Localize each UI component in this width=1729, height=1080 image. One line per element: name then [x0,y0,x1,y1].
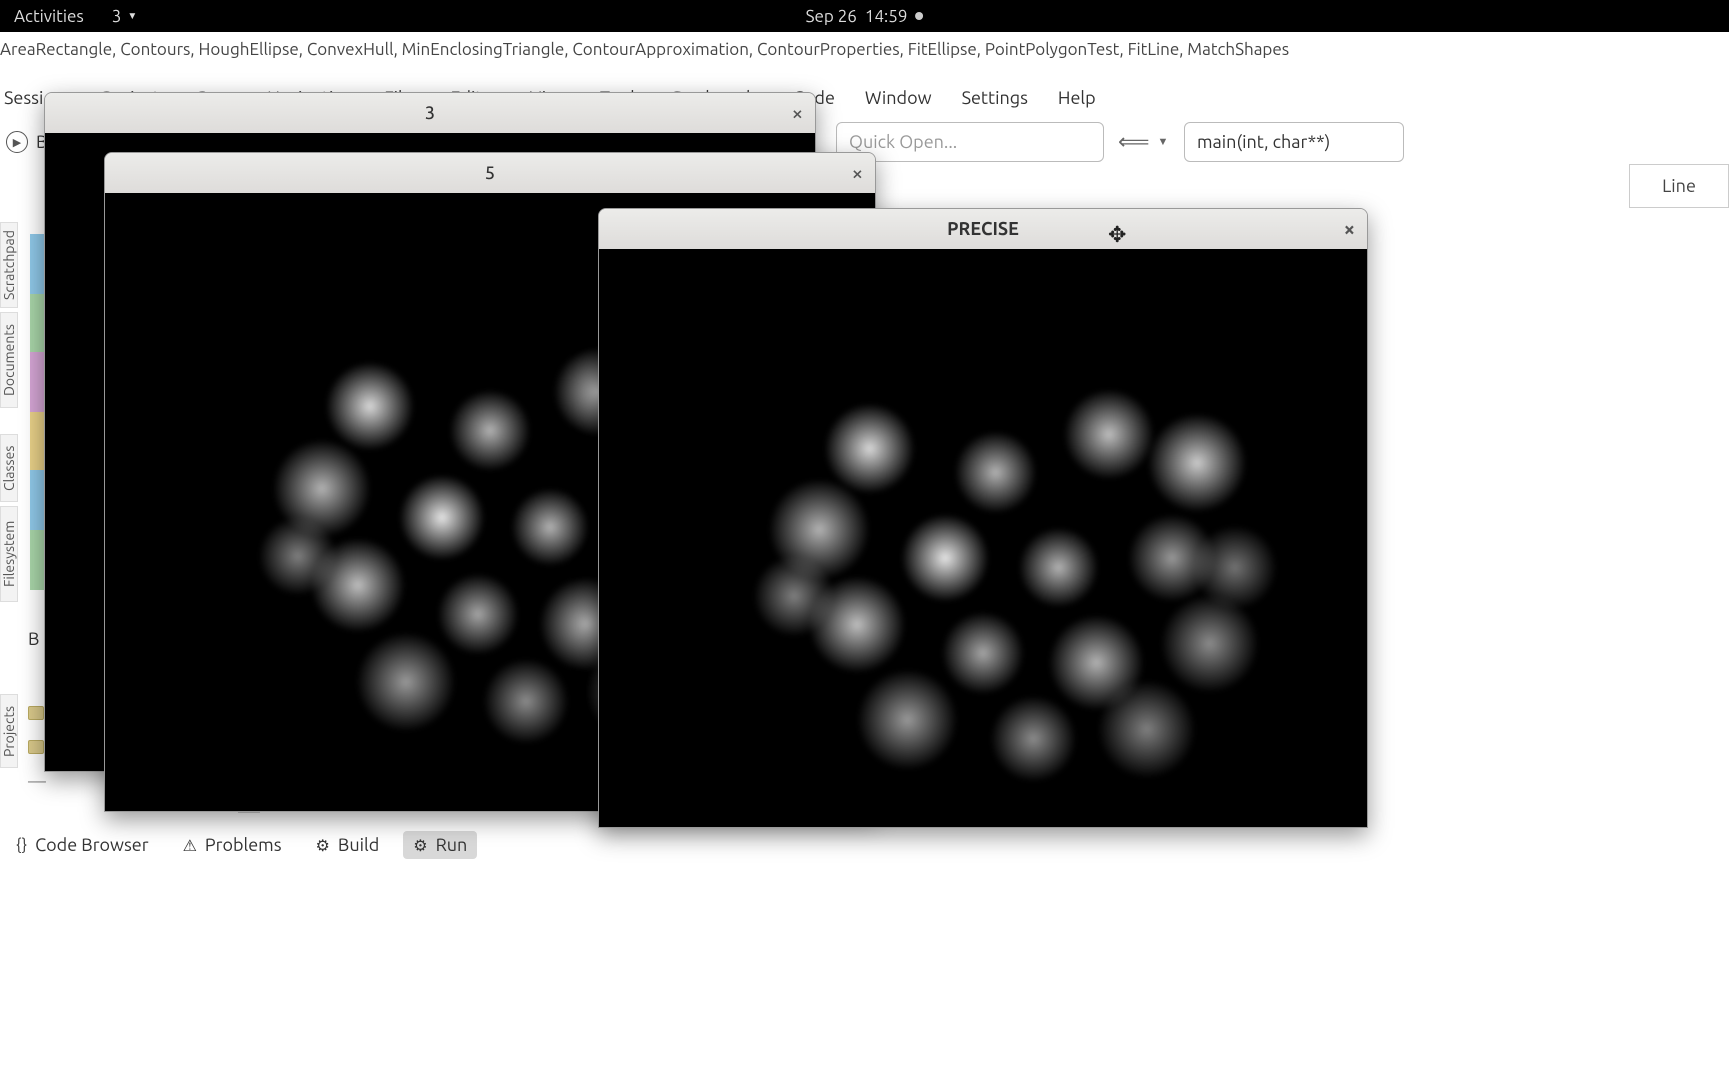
problems-button[interactable]: ⚠ Problems [173,831,292,859]
quick-open-input[interactable]: Quick Open... [836,122,1104,162]
build-button[interactable]: ⚙ Build [306,831,390,859]
history-back-group[interactable]: ⟸ ▼ [1118,129,1168,155]
clock-time: 14:59 [865,7,908,26]
folder-icon [28,740,44,754]
menu-window[interactable]: Window [865,88,932,108]
image-window-precise[interactable]: PRECISE × [598,208,1368,828]
window-title: PRECISE [947,219,1019,239]
menu-help[interactable]: Help [1058,88,1096,108]
close-icon[interactable]: × [792,101,803,124]
chevron-down-icon: ▼ [127,10,137,22]
window-titlebar[interactable]: 3 × [45,93,815,133]
clock-date: Sep 26 [806,7,857,26]
problems-label: Problems [205,835,282,855]
bottom-tool-bar: {} Code Browser ⚠ Problems ⚙ Build ⚙ Run [0,824,1729,866]
side-tab-projects[interactable]: Projects [0,694,18,768]
code-browser-label: Code Browser [35,835,148,855]
quick-open-placeholder: Quick Open... [849,132,957,152]
folder-icon [28,706,44,720]
run-gear-icon: ⚙ [413,836,427,855]
side-tab-classes[interactable]: Classes [0,434,18,502]
code-browser-button[interactable]: {} Code Browser [6,831,159,859]
window-title: 3 [425,103,435,123]
sidebar-b-label: B [28,629,39,649]
side-tab-documents[interactable]: Documents [0,312,18,408]
close-icon[interactable]: × [1344,217,1355,240]
build-label: Build [338,835,379,855]
editor-tab-strip[interactable]: AreaRectangle, Contours, HoughEllipse, C… [0,40,1729,68]
braces-icon: {} [16,836,27,854]
app-indicator-label: 3 [112,7,122,26]
activities-button[interactable]: Activities [0,7,98,26]
gear-icon: ⚙ [316,836,330,855]
function-signature-field[interactable]: main(int, char**) [1184,122,1404,162]
warning-icon: ⚠ [183,836,197,855]
function-signature-text: main(int, char**) [1197,132,1330,152]
close-icon[interactable]: × [852,161,863,184]
run-label: Run [436,835,468,855]
window-titlebar[interactable]: PRECISE × [599,209,1367,249]
side-tab-scratchpad[interactable]: Scratchpad [0,222,18,308]
menu-settings[interactable]: Settings [962,88,1028,108]
run-button[interactable]: ⚙ Run [403,831,477,859]
window-title: 5 [485,163,495,183]
chevron-down-icon: ▼ [1158,136,1169,148]
image-canvas [599,249,1367,828]
clock[interactable]: Sep 26 14:59 [806,7,924,26]
back-arrow-icon: ⟸ [1118,129,1150,155]
app-indicator[interactable]: 3 ▼ [98,7,152,26]
gnome-top-bar: Activities 3 ▼ Sep 26 14:59 [0,0,1729,32]
window-titlebar[interactable]: 5 × [105,153,875,193]
line-indicator[interactable]: Line [1629,164,1729,208]
notification-dot-icon [915,12,923,20]
play-icon[interactable]: ▶ [6,131,28,153]
side-tab-filesystem[interactable]: Filesystem [0,506,18,602]
